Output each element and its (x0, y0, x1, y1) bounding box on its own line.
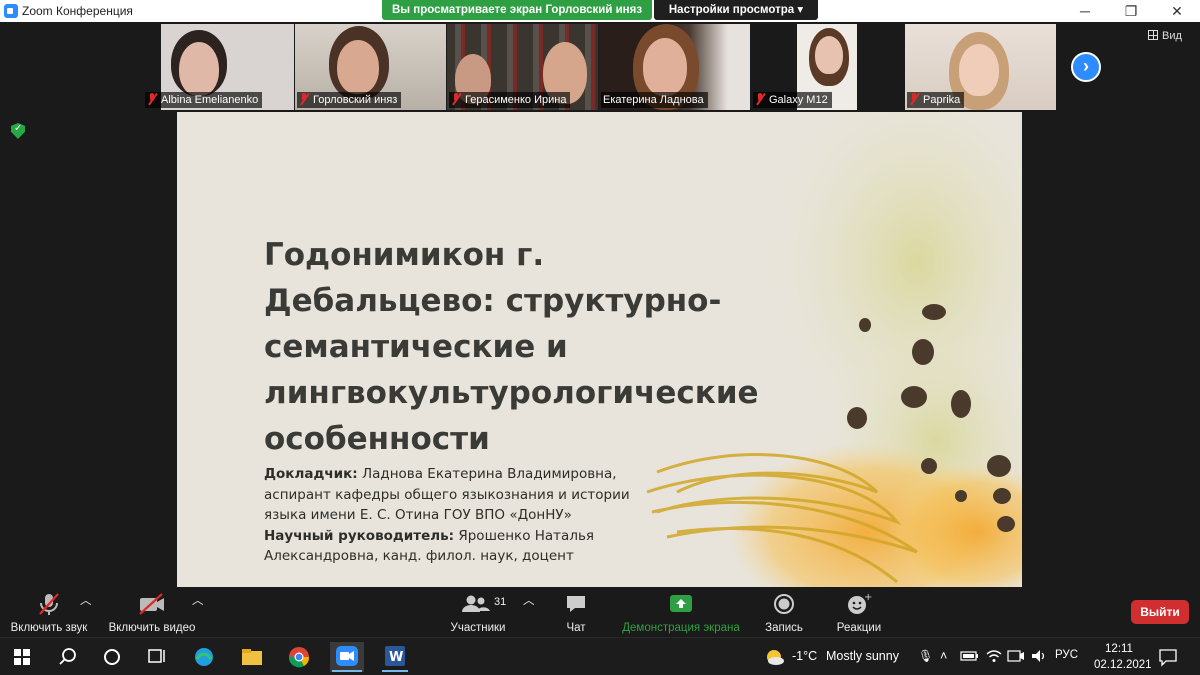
mic-muted-icon (299, 93, 309, 105)
clock-date: 02.12.2021 (1094, 659, 1152, 671)
system-clock[interactable]: 12:11 02.12.2021 (1094, 641, 1152, 673)
chat-button[interactable]: Чат (558, 592, 594, 634)
encryption-shield-icon[interactable] (11, 123, 25, 139)
share-banner: Вы просматриваете экран Горловский иняз (382, 0, 652, 20)
mic-muted-icon (39, 593, 59, 615)
windows-taskbar: W -1°C Mostly sunny 🎙 ˄ РУС 12:11 02.12.… (0, 637, 1200, 675)
face-shape (959, 44, 999, 96)
chevron-up-icon[interactable]: ˄ (940, 649, 947, 663)
participant-tile[interactable]: Paprika (905, 24, 1056, 110)
participant-name-label: Герасименко Ирина (449, 92, 571, 108)
chevron-right-icon: › (1083, 56, 1089, 76)
input-language-indicator[interactable]: РУС (1055, 649, 1078, 661)
mic-muted-icon (147, 93, 157, 105)
face-shape (337, 40, 379, 94)
wifi-icon[interactable] (985, 648, 1009, 670)
svg-text:+: + (864, 592, 872, 603)
svg-text:W: W (389, 650, 403, 665)
window-title: Zoom Конференция (22, 4, 133, 18)
chevron-down-icon: ▾ (797, 4, 804, 16)
chrome-browser-icon[interactable] (287, 646, 311, 668)
participant-name-label: Albina Emelianenko (145, 92, 263, 108)
participants-options-caret[interactable]: ︿ (523, 592, 535, 608)
maximize-button[interactable]: ❐ (1108, 0, 1154, 22)
speaker-volume-icon[interactable] (1030, 648, 1054, 670)
mic-muted-icon (755, 93, 765, 105)
next-page-arrow-button[interactable]: › (1071, 52, 1101, 82)
edge-browser-icon[interactable] (192, 646, 216, 668)
reactions-button[interactable]: + Реакции (834, 592, 884, 634)
emoji-add-icon: + (848, 592, 872, 614)
slide-presenter-info: Докладчик: Ладнова Екатерина Владимировн… (264, 464, 644, 567)
weather-sun-icon[interactable] (763, 647, 787, 669)
share-screen-button[interactable]: Демонстрация экрана (618, 592, 744, 634)
view-layout-button[interactable]: Вид (1148, 30, 1182, 42)
battery-icon[interactable] (960, 649, 984, 671)
view-options-button[interactable]: Настройки просмотра ▾ (654, 0, 818, 20)
participant-tile[interactable]: Герасименко Ирина (447, 24, 598, 110)
speaker-label: Докладчик: (264, 466, 358, 482)
clock-time: 12:11 (1105, 643, 1133, 655)
face-shape (643, 38, 687, 96)
participant-tile[interactable]: Galaxy M12 (751, 24, 902, 110)
camera-tray-icon[interactable] (1007, 648, 1031, 670)
record-button[interactable]: Запись (762, 592, 806, 634)
view-options-label: Настройки просмотра (668, 4, 795, 16)
advisor-label: Научный руководитель: (264, 527, 455, 544)
face-shape (815, 36, 843, 74)
participant-tile[interactable]: Albina Emelianenko (143, 24, 294, 110)
weather-temperature[interactable]: -1°C (792, 649, 817, 663)
minimize-button[interactable]: ─ (1062, 0, 1108, 22)
mic-muted-icon (909, 93, 919, 105)
participant-name-label: Galaxy M12 (753, 92, 832, 108)
zoom-app-icon (4, 4, 18, 18)
participant-name-label: Екатерина Ладнова (601, 92, 708, 108)
video-off-icon (139, 593, 164, 615)
audio-options-caret[interactable]: ︿ (80, 592, 92, 608)
start-video-button[interactable]: Включить видео (104, 592, 200, 634)
mic-muted-icon (451, 93, 461, 105)
record-icon (774, 594, 794, 614)
zoom-app-icon (336, 646, 358, 666)
share-screen-icon (670, 595, 692, 612)
video-options-caret[interactable]: ︿ (192, 592, 204, 608)
notifications-icon[interactable] (1158, 648, 1182, 670)
word-app-icon: W (385, 646, 405, 666)
close-window-button[interactable]: ✕ (1154, 0, 1200, 22)
grid-view-icon (1148, 30, 1158, 40)
shared-screen-slide: Годонимикон г. Дебальцево: структурно-се… (177, 112, 1022, 587)
leave-meeting-button[interactable]: Выйти (1131, 600, 1189, 624)
cortana-icon[interactable] (100, 646, 124, 668)
task-view-icon[interactable] (145, 646, 169, 668)
running-app-indicator (382, 670, 408, 672)
windows-start-icon[interactable] (12, 646, 36, 668)
participants-count: 31 (494, 596, 507, 608)
chat-icon (567, 596, 585, 612)
participant-name-label: Paprika (907, 92, 965, 108)
zoom-taskbar-button[interactable] (330, 642, 364, 672)
slide-title: Годонимикон г. Дебальцево: структурно-се… (264, 237, 759, 457)
face-shape (179, 42, 219, 96)
mic-tray-icon[interactable]: 🎙 (918, 649, 933, 663)
file-explorer-icon[interactable] (240, 646, 264, 668)
active-app-indicator (332, 670, 362, 672)
participant-tile-active-speaker[interactable]: Екатерина Ладнова (599, 24, 750, 110)
weather-description[interactable]: Mostly sunny (826, 649, 899, 663)
participant-name-label: Горловский иняз (297, 92, 402, 108)
word-taskbar-button[interactable]: W (378, 642, 412, 672)
search-icon[interactable] (56, 646, 80, 668)
participant-tile[interactable]: Горловский иняз (295, 24, 446, 110)
